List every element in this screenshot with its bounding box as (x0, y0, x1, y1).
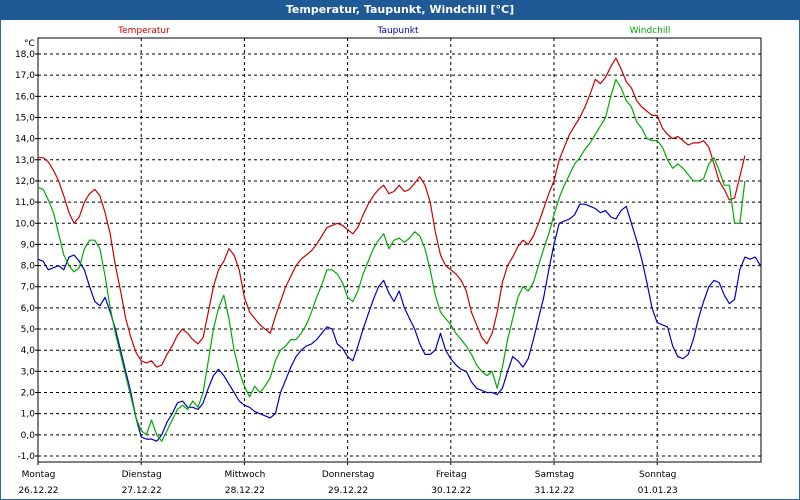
y-tick-label: 4,0 (21, 346, 36, 356)
y-tick-label: 10,0 (15, 219, 35, 229)
x-tick-label-day: Mittwoch (224, 470, 265, 480)
y-tick-label: -1,0 (17, 452, 35, 462)
legend: Temperatur Taupunkt Windchill (117, 26, 670, 36)
x-tick-label-date: 27.12.22 (122, 486, 162, 496)
x-tick-label-date: 26.12.22 (18, 486, 58, 496)
y-tick-label: 18,0 (15, 50, 35, 60)
x-tick-label-date: 29.12.22 (328, 486, 368, 496)
x-tick-label-day: Freitag (436, 470, 467, 480)
y-tick-label: 17,0 (15, 71, 35, 81)
y-tick-label: 7,0 (21, 283, 36, 293)
x-tick-label-date: 01.01.23 (638, 486, 678, 496)
y-tick-label: 9,0 (21, 240, 36, 250)
y-tick-label: 3,0 (21, 367, 36, 377)
x-tick-label-date: 31.12.22 (534, 486, 574, 496)
y-axis: 18,0 17,0 16,0 15,0 14,0 13,0 12,0 11,0 10,0 9,0 8… (15, 50, 38, 462)
x-tick-label-day: Dienstag (122, 470, 162, 480)
y-tick-label: 16,0 (15, 92, 35, 102)
y-tick-label: 11,0 (15, 198, 35, 208)
y-tick-label: 12,0 (15, 177, 35, 187)
x-tick-label-date: 30.12.22 (431, 486, 471, 496)
x-tick-label-date: 28.12.22 (225, 486, 265, 496)
y-tick-label: 13,0 (15, 156, 35, 166)
x-tick-label-day: Donnerstag (322, 470, 375, 480)
plot-area (37, 37, 762, 463)
y-tick-label: 8,0 (21, 262, 36, 272)
y-tick-label: 0,0 (21, 431, 36, 441)
x-axis: Montag 26.12.22 Dienstag 27.12.22 Mittwoch 28… (18, 462, 678, 496)
y-tick-label: 15,0 (15, 113, 35, 123)
y-tick-label: 14,0 (15, 135, 35, 145)
y-tick-label: 2,0 (21, 389, 36, 399)
y-unit-label: °C (24, 39, 35, 49)
legend-entry: Windchill (630, 26, 671, 36)
legend-entry: Taupunkt (376, 26, 419, 36)
chart-svg: 18,0 17,0 16,0 15,0 14,0 13,0 12,0 11,0 10,0 9,0 8… (15, 26, 762, 496)
x-tick-label-day: Samstag (535, 470, 574, 480)
y-tick-label: 5,0 (21, 325, 36, 335)
y-tick-label: 1,0 (21, 410, 36, 420)
x-tick-label-day: Sonntag (639, 470, 676, 480)
x-tick-label-day: Montag (22, 470, 56, 480)
legend-entry: Temperatur (117, 26, 170, 36)
y-tick-label: 6,0 (21, 304, 36, 314)
